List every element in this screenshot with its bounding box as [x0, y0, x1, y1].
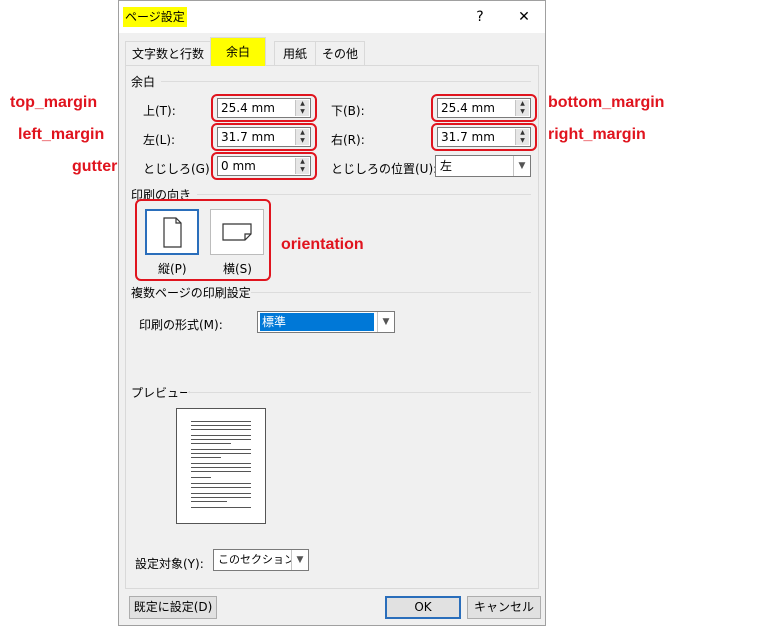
chevron-down-icon[interactable]: ▼ — [291, 550, 308, 570]
print-format-select[interactable]: 標準 ▼ — [257, 311, 395, 333]
preview-line — [191, 507, 251, 508]
preview-line — [191, 429, 251, 430]
orientation-highlight — [135, 199, 271, 281]
page-preview — [176, 408, 266, 524]
preview-line — [191, 453, 251, 454]
top-margin-highlight — [211, 94, 317, 122]
preview-divider — [187, 392, 531, 393]
cancel-button[interactable]: キャンセル — [467, 596, 541, 619]
gutter-highlight — [211, 152, 317, 180]
preview-line — [191, 449, 251, 450]
multiple-pages-divider — [251, 292, 531, 293]
preview-line — [191, 487, 251, 488]
preview-line — [191, 493, 251, 494]
top-margin-label: 上(T): — [143, 104, 176, 118]
preview-group-label: プレビュー — [131, 386, 192, 400]
margins-divider — [161, 81, 531, 82]
annotation-top-margin: top_margin — [10, 94, 98, 111]
preview-line — [191, 467, 251, 468]
left-margin-label: 左(L): — [143, 133, 176, 147]
left-margin-highlight — [211, 123, 317, 151]
apply-to-select[interactable]: このセクション ▼ — [213, 549, 309, 571]
preview-line — [191, 471, 251, 472]
bottom-margin-highlight — [431, 94, 537, 122]
tab-characters-lines[interactable]: 文字数と行数 — [125, 41, 211, 65]
dialog-title: ページ設定 — [123, 7, 187, 27]
annotation-bottom-margin: bottom_margin — [548, 94, 665, 111]
preview-line — [191, 443, 231, 444]
print-format-label: 印刷の形式(M): — [139, 318, 223, 332]
right-margin-label: 右(R): — [331, 133, 365, 147]
orientation-divider — [197, 194, 531, 195]
preview-line — [191, 421, 251, 422]
annotation-orientation: orientation — [281, 236, 364, 253]
preview-line — [191, 477, 211, 478]
gutter-position-value: 左 — [440, 159, 453, 173]
chevron-down-icon[interactable]: ▼ — [377, 312, 394, 332]
tab-margins[interactable]: 余白 — [210, 37, 266, 66]
gutter-position-select[interactable]: 左 ▼ — [435, 155, 531, 177]
set-default-button[interactable]: 既定に設定(D) — [129, 596, 217, 619]
help-button[interactable]: ? — [465, 5, 495, 29]
multiple-pages-group-label: 複数ページの印刷設定 — [131, 286, 251, 300]
margins-group-label: 余白 — [131, 75, 156, 89]
close-button[interactable]: ✕ — [509, 5, 539, 29]
page-setup-dialog: ページ設定 ? ✕ 文字数と行数 余白 用紙 その他 余白 上(T): 25.4… — [118, 0, 546, 626]
tab-paper[interactable]: 用紙 — [274, 41, 316, 65]
annotation-right-margin: right_margin — [548, 126, 646, 143]
chevron-down-icon[interactable]: ▼ — [513, 156, 530, 176]
preview-line — [191, 497, 251, 498]
preview-line — [191, 439, 251, 440]
preview-line — [191, 457, 221, 458]
apply-to-label: 設定対象(Y): — [135, 557, 204, 571]
annotation-left-margin: left_margin — [18, 126, 105, 143]
apply-to-value: このセクション — [218, 553, 295, 566]
right-margin-highlight — [431, 123, 537, 151]
preview-line — [191, 463, 251, 464]
annotation-gutter: gutter — [72, 158, 118, 175]
preview-line — [191, 425, 251, 426]
print-format-value: 標準 — [260, 313, 374, 331]
gutter-position-label: とじしろの位置(U): — [331, 162, 438, 176]
gutter-label: とじしろ(G): — [143, 162, 214, 176]
preview-line — [191, 501, 227, 502]
preview-line — [191, 435, 251, 436]
bottom-margin-label: 下(B): — [331, 104, 365, 118]
preview-line — [191, 483, 251, 484]
ok-button[interactable]: OK — [385, 596, 461, 619]
tab-other[interactable]: その他 — [315, 41, 365, 65]
title-bar: ページ設定 ? ✕ — [119, 1, 545, 33]
